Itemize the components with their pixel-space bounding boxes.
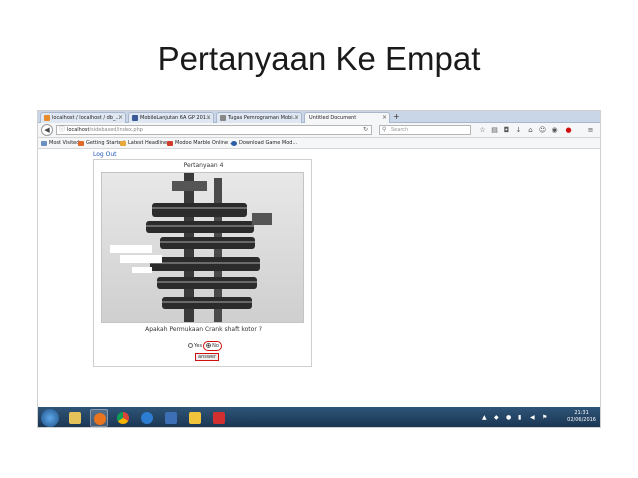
adblock-icon[interactable]: ● bbox=[564, 125, 573, 135]
chat-icon[interactable]: ☺ bbox=[538, 125, 547, 135]
navigation-bar: ◀ ⓘ localhost/sidebased/index.php ↻ ⚲ Se… bbox=[38, 123, 600, 138]
option-yes-label: Yes bbox=[194, 343, 203, 349]
menu-icon[interactable]: ≡ bbox=[586, 125, 595, 135]
tray-icon[interactable]: ● bbox=[506, 414, 511, 421]
chrome-icon bbox=[117, 412, 129, 424]
option-no-label: No bbox=[212, 343, 219, 349]
volume-icon[interactable]: ◀ bbox=[530, 414, 535, 421]
taskbar-file-explorer[interactable] bbox=[66, 409, 84, 427]
tab-label: MobileLanjutan 6A GP 201... bbox=[140, 115, 211, 121]
action-center-icon[interactable]: ⚑ bbox=[542, 414, 547, 421]
close-icon[interactable]: × bbox=[382, 113, 387, 123]
answer-options: Yes No bbox=[188, 341, 222, 351]
tab-label: Untitled Document bbox=[309, 115, 357, 121]
start-button[interactable] bbox=[41, 409, 59, 427]
gear-assembly-image bbox=[102, 173, 303, 322]
taskbar-app-yellow[interactable] bbox=[186, 409, 204, 427]
network-icon[interactable]: ▮ bbox=[518, 414, 521, 421]
bookmark-star-icon[interactable]: ☆ bbox=[478, 125, 487, 135]
reload-icon[interactable]: ↻ bbox=[363, 126, 368, 134]
bookmark-latest-headlines[interactable]: Latest Headlines bbox=[120, 139, 170, 148]
url-bar[interactable]: ⓘ localhost/sidebased/index.php ↻ bbox=[56, 125, 372, 135]
download-icon[interactable]: ↓ bbox=[514, 125, 523, 135]
slide-title: Pertanyaan Ke Empat bbox=[157, 40, 481, 77]
bookmark-label: Getting Started bbox=[86, 140, 125, 146]
bookmark-label: Most Visited bbox=[49, 140, 80, 146]
close-icon[interactable]: × bbox=[206, 113, 211, 123]
close-icon[interactable]: × bbox=[294, 113, 299, 123]
tab-tugas[interactable]: Tugas Pemrograman Mobi... × bbox=[216, 112, 302, 123]
rss-icon bbox=[120, 141, 126, 146]
tray-icon[interactable]: ▲ bbox=[482, 414, 487, 421]
search-icon: ⚲ bbox=[382, 126, 387, 133]
tab-localhost[interactable]: localhost / localhost / db_... × bbox=[40, 112, 126, 123]
search-placeholder: Search bbox=[391, 127, 409, 133]
windows-taskbar: ▲ ◆ ● ▮ ◀ ⚑ 21:31 02/06/2016 bbox=[38, 407, 600, 427]
taskbar-firefox[interactable] bbox=[90, 409, 108, 427]
addon-icon[interactable]: ◉ bbox=[550, 125, 559, 135]
bookmarks-menu-icon[interactable]: ▤ bbox=[490, 125, 499, 135]
clock-date: 02/06/2016 bbox=[567, 417, 596, 423]
radio-yes[interactable] bbox=[188, 343, 193, 348]
question-text: Apakah Permukaan Crank shaft kotor ? bbox=[145, 326, 262, 333]
app-icon bbox=[165, 412, 177, 424]
no-option-highlight: No bbox=[203, 341, 222, 351]
app-icon bbox=[213, 412, 225, 424]
search-input[interactable]: ⚲ Search bbox=[379, 125, 471, 135]
tab-mobilelanjutan[interactable]: MobileLanjutan 6A GP 201... × bbox=[128, 112, 214, 123]
answer-button[interactable]: answer bbox=[195, 353, 220, 361]
tab-label: Tugas Pemrograman Mobi... bbox=[228, 115, 298, 121]
firefox-icon bbox=[94, 413, 106, 425]
back-button[interactable]: ◀ bbox=[41, 124, 53, 136]
taskbar-app-blue[interactable] bbox=[162, 409, 180, 427]
globe-icon bbox=[231, 141, 237, 146]
tab-bar: localhost / localhost / db_... × MobileL… bbox=[38, 111, 600, 123]
app-icon bbox=[189, 412, 201, 424]
bookmark-download-game[interactable]: Download Game Mod... bbox=[231, 139, 297, 148]
url-path: /sidebased/index.php bbox=[89, 127, 143, 133]
logout-link[interactable]: Log Out bbox=[93, 151, 117, 158]
browser-screenshot: localhost / localhost / db_... × MobileL… bbox=[37, 110, 601, 428]
taskbar-ie[interactable] bbox=[138, 409, 156, 427]
question-card: Pertanyaan 4 Apakah Permukaan Crank shaf… bbox=[93, 159, 312, 367]
bookmarks-bar: Most Visited Getting Started Latest Head… bbox=[38, 138, 600, 149]
game-icon bbox=[167, 141, 173, 146]
radio-no[interactable] bbox=[206, 343, 212, 348]
taskbar-chrome[interactable] bbox=[114, 409, 132, 427]
bookmark-icon bbox=[41, 141, 47, 146]
bookmark-label: Modoo Marble Online ... bbox=[175, 140, 235, 146]
bookmark-most-visited[interactable]: Most Visited bbox=[41, 139, 79, 148]
new-tab-button[interactable]: + bbox=[393, 111, 400, 122]
page-icon bbox=[220, 115, 226, 121]
facebook-icon bbox=[132, 115, 138, 121]
pocket-icon[interactable]: ◘ bbox=[502, 125, 511, 135]
tray-icon[interactable]: ◆ bbox=[494, 414, 499, 421]
firefox-icon bbox=[78, 141, 84, 146]
crankshaft-photo bbox=[101, 172, 304, 323]
clock-time: 21:31 bbox=[574, 410, 589, 416]
tab-untitled-document[interactable]: Untitled Document × bbox=[304, 112, 390, 123]
bookmark-label: Latest Headlines bbox=[128, 140, 170, 146]
page-content: Log Out Pertanyaan 4 Apakah Permukaan Cr… bbox=[38, 149, 600, 407]
close-icon[interactable]: × bbox=[118, 113, 123, 123]
info-icon[interactable]: ⓘ bbox=[59, 126, 65, 134]
bookmark-modoo-marble[interactable]: Modoo Marble Online ... bbox=[167, 139, 234, 148]
internet-explorer-icon bbox=[141, 412, 153, 424]
taskbar-app-red[interactable] bbox=[210, 409, 228, 427]
url-host: localhost bbox=[67, 127, 90, 133]
taskbar-clock[interactable]: 21:31 02/06/2016 bbox=[567, 410, 596, 424]
folder-icon bbox=[69, 412, 81, 424]
home-icon[interactable]: ⌂ bbox=[526, 125, 535, 135]
tab-label: localhost / localhost / db_... bbox=[52, 115, 121, 121]
question-title: Pertanyaan 4 bbox=[183, 162, 224, 169]
bookmark-getting-started[interactable]: Getting Started bbox=[78, 139, 125, 148]
bookmark-label: Download Game Mod... bbox=[239, 140, 298, 146]
phpmyadmin-icon bbox=[44, 115, 50, 121]
